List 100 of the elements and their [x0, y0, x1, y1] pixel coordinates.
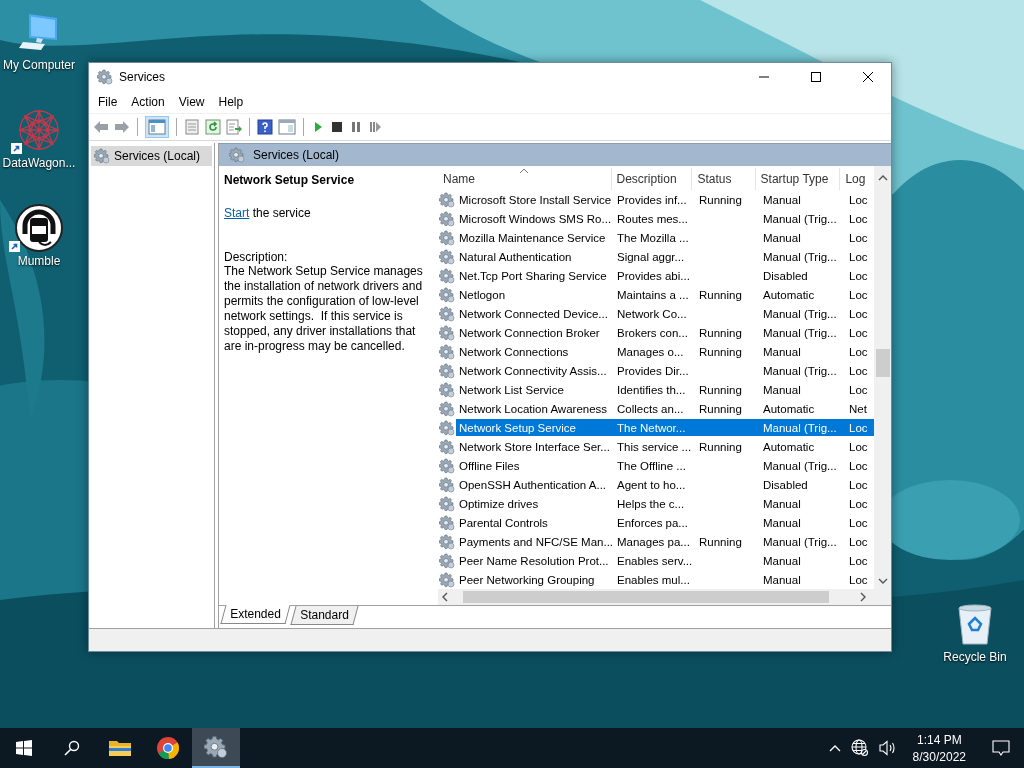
- table-cell: Loc: [849, 535, 868, 548]
- table-cell: Mozilla Maintenance Service: [459, 231, 606, 244]
- table-cell: Automatic: [763, 288, 815, 301]
- vertical-scrollbar[interactable]: [874, 166, 891, 589]
- shortcut-arrow-icon: [11, 143, 22, 154]
- table-cell: Loc: [849, 193, 868, 206]
- desktop-icon-label[interactable]: DataWagon...: [2, 156, 76, 170]
- scroll-right-icon[interactable]: [859, 592, 867, 602]
- column-header[interactable]: Log: [840, 168, 874, 190]
- gear-icon: [439, 438, 455, 455]
- table-cell: Identifies th...: [617, 383, 686, 396]
- table-cell: Optimize drives: [459, 497, 539, 510]
- table-cell: Manual (Trig...: [763, 307, 837, 320]
- column-header[interactable]: Description: [611, 168, 693, 190]
- column-header[interactable]: Status: [692, 168, 756, 190]
- view-tab[interactable]: Extended: [220, 605, 291, 624]
- table-cell: Running: [699, 402, 742, 415]
- scroll-thumb[interactable]: [875, 349, 890, 377]
- table-cell: Automatic: [763, 402, 815, 415]
- column-header[interactable]: Name: [438, 168, 612, 190]
- console-tree-icon[interactable]: [145, 116, 169, 138]
- gear-icon: [439, 571, 455, 588]
- resume-icon[interactable]: [368, 120, 382, 134]
- scroll-left-icon[interactable]: [441, 592, 449, 602]
- table-cell: Manual (Trig...: [763, 212, 837, 225]
- description-text: The Network Setup Service manages the installation of network drivers and permits the configuration of low-level network settings. If this service is stopped, any driver installations that are in-progress may be cancelled.: [224, 264, 424, 354]
- gear-icon: [229, 147, 245, 163]
- chevron-up-icon[interactable]: [828, 744, 841, 752]
- refresh-icon[interactable]: [205, 119, 221, 135]
- horizontal-scrollbar[interactable]: [438, 589, 891, 605]
- table-cell: Loc: [849, 554, 868, 567]
- table-cell: Network List Service: [459, 383, 564, 396]
- table-cell: Network Co...: [617, 307, 687, 320]
- gear-icon: [204, 735, 228, 759]
- scroll-up-icon[interactable]: [877, 174, 888, 182]
- speaker-icon[interactable]: [878, 740, 897, 756]
- table-cell: Netlogon: [459, 288, 506, 301]
- table-cell: Net: [849, 402, 867, 415]
- table-cell: Manual: [763, 497, 801, 510]
- pause-icon[interactable]: [349, 120, 363, 134]
- table-cell: Maintains a ...: [617, 288, 689, 301]
- table-cell: Microsoft Windows SMS Ro...: [459, 212, 612, 225]
- view-tab[interactable]: Standard: [290, 606, 358, 625]
- table-cell: Manages o...: [617, 345, 684, 358]
- table-cell: Helps the c...: [617, 497, 685, 510]
- globe-icon[interactable]: [850, 739, 869, 757]
- service-title: Network Setup Service: [224, 173, 356, 187]
- table-cell: Loc: [849, 307, 868, 320]
- table-cell: Enables mul...: [617, 573, 690, 586]
- clock[interactable]: 1:14 PM 8/30/2022: [906, 732, 972, 764]
- start-link[interactable]: Start: [224, 206, 250, 220]
- table-cell: Running: [699, 193, 742, 206]
- forward-arrow-icon[interactable]: [114, 120, 130, 134]
- monitor-icon: [19, 12, 59, 52]
- window-title: Services: [119, 70, 166, 84]
- table-cell: Loc: [849, 383, 868, 396]
- scroll-down-icon[interactable]: [877, 577, 888, 585]
- table-cell: Signal aggr...: [617, 250, 685, 263]
- gear-icon: [439, 229, 455, 246]
- desktop-icon-label[interactable]: My Computer: [3, 58, 75, 72]
- gear-icon: [439, 324, 455, 341]
- table-cell: Brokers con...: [617, 326, 688, 339]
- table-cell: Loc: [849, 288, 868, 301]
- stop-icon[interactable]: [330, 120, 344, 134]
- table-cell: Enforces pa...: [617, 516, 688, 529]
- table-cell: Loc: [849, 516, 868, 529]
- gear-icon: [439, 495, 455, 512]
- table-cell: Running: [699, 535, 742, 548]
- table-cell: Manual (Trig...: [763, 326, 837, 339]
- export-list-icon[interactable]: [226, 119, 242, 135]
- back-arrow-icon[interactable]: [93, 120, 109, 134]
- tree-item[interactable]: Services (Local): [91, 146, 212, 166]
- desktop-icon-label[interactable]: Mumble: [17, 254, 61, 268]
- gear-icon: [439, 533, 455, 550]
- start-service-text: Start the service: [224, 206, 312, 220]
- table-cell: Manual: [763, 193, 801, 206]
- menu-item[interactable]: Action: [124, 95, 172, 109]
- gear-icon: [439, 457, 455, 474]
- table-cell: Manual (Trig...: [763, 364, 837, 377]
- help-icon[interactable]: [257, 119, 273, 135]
- menu-item[interactable]: View: [171, 95, 212, 109]
- desktop-icon-label[interactable]: Recycle Bin: [943, 650, 1007, 664]
- table-cell: The Mozilla ...: [617, 231, 689, 244]
- table-cell: Running: [699, 383, 742, 396]
- notification-icon[interactable]: [992, 739, 1010, 757]
- menu-item[interactable]: File: [91, 95, 125, 109]
- recycle-bin-icon: [955, 602, 995, 646]
- scroll-thumb[interactable]: [463, 591, 829, 603]
- menu-item[interactable]: Help: [211, 95, 251, 109]
- round-app-icon: [156, 736, 180, 760]
- table-cell: Manual (Trig...: [763, 459, 837, 472]
- mesh-sphere-icon: [17, 108, 61, 152]
- table-cell: Offline Files: [459, 459, 520, 472]
- table-cell: Running: [699, 326, 742, 339]
- gear-icon: [439, 343, 455, 360]
- table-cell: Collects an...: [617, 402, 684, 415]
- column-header[interactable]: Startup Type: [755, 168, 841, 190]
- gear-icon: [439, 381, 455, 398]
- taskbar-app-button[interactable]: [192, 728, 240, 768]
- headset-logo-icon: [15, 204, 63, 252]
